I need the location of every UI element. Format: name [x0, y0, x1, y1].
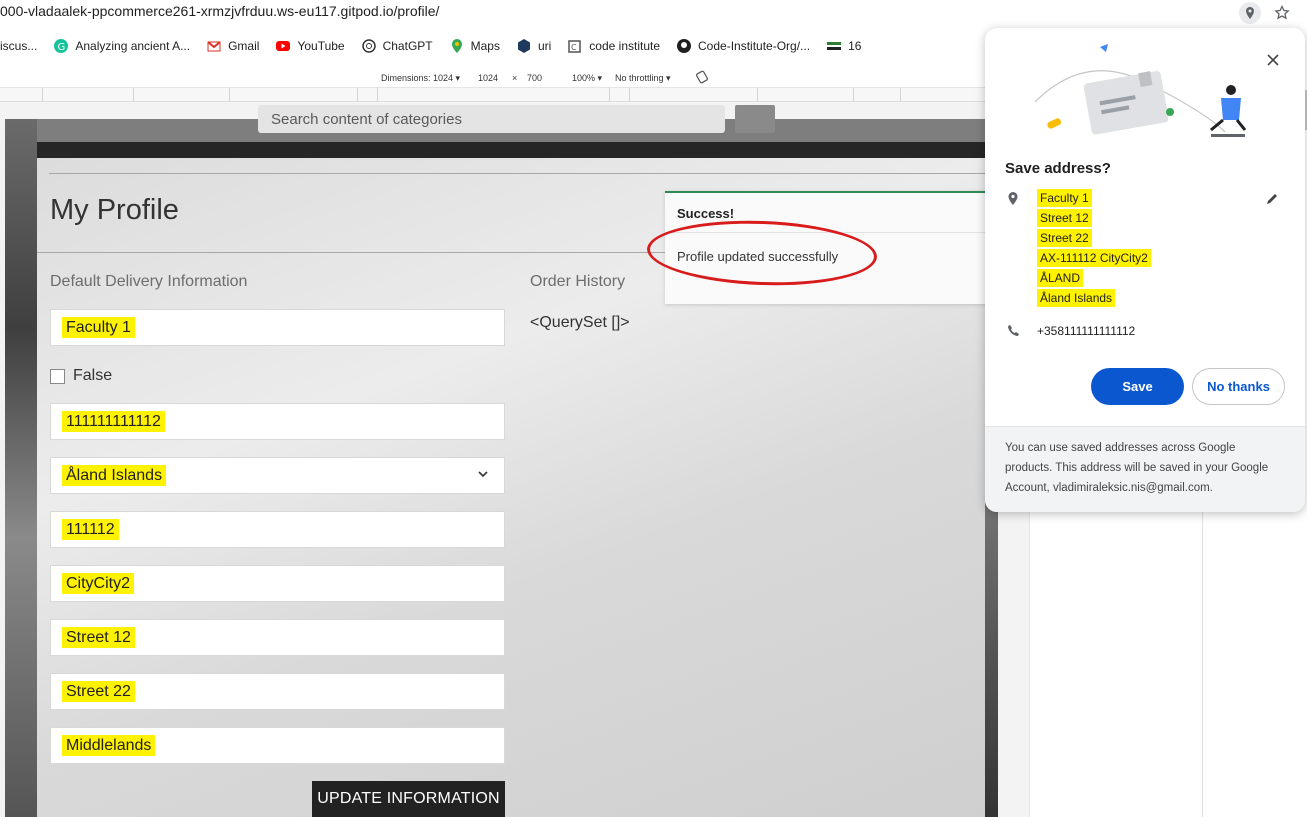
location-pin-icon: [1007, 192, 1019, 211]
flag-icon: [826, 38, 842, 54]
bookmark-label: YouTube: [297, 39, 345, 53]
height-input[interactable]: 700: [527, 73, 542, 83]
search-button[interactable]: [735, 105, 775, 133]
bookmark-label: uri: [537, 39, 552, 53]
rotate-icon[interactable]: [695, 70, 709, 86]
media-query-ruler: [0, 88, 985, 102]
save-button[interactable]: Save: [1091, 368, 1184, 405]
bookmark-item[interactable]: iscus...: [0, 39, 37, 53]
phone-icon: [1007, 324, 1020, 342]
zoom-dropdown[interactable]: 100% ▾: [572, 73, 602, 84]
gmail-icon: [206, 38, 222, 54]
search-input[interactable]: Search content of categories: [258, 105, 725, 133]
field-value: Faculty 1: [62, 317, 135, 338]
phone-field[interactable]: 111111111112: [50, 403, 505, 440]
popup-footer-text: You can use saved addresses across Googl…: [985, 426, 1305, 512]
bookmark-star-icon[interactable]: [1271, 2, 1293, 24]
bookmark-item[interactable]: YouTube: [275, 38, 345, 54]
address-line: ÅLAND: [1037, 268, 1151, 288]
dimensions-dropdown[interactable]: Dimensions: 1024 ▾: [381, 73, 460, 84]
field-value: CityCity2: [62, 573, 135, 594]
field-value: Street 22: [62, 681, 135, 702]
address-lines: Faculty 1 Street 12 Street 22 AX-111112 …: [1037, 188, 1151, 308]
page-title: My Profile: [50, 194, 179, 226]
town-field[interactable]: CityCity2: [50, 565, 505, 602]
bookmark-item[interactable]: Gmail: [206, 38, 259, 54]
code-institute-icon: C: [567, 38, 583, 54]
bookmark-label: Analyzing ancient A...: [75, 39, 191, 53]
address-line: Street 22: [1037, 228, 1151, 248]
field-value: Street 12: [62, 627, 135, 648]
street2-field[interactable]: Street 22: [50, 673, 505, 710]
throttling-dropdown[interactable]: No throttling ▾: [615, 73, 671, 84]
annotation-circle: [645, 217, 879, 289]
bookmarks-bar: iscus... G Analyzing ancient A... Gmail …: [0, 30, 985, 62]
url-text[interactable]: 000-vladaalek-ppcommerce261-xrmzjvfrduu.…: [0, 3, 439, 19]
bookmark-item[interactable]: uri: [516, 38, 551, 54]
bookmark-item[interactable]: Code-Institute-Org/...: [676, 38, 810, 54]
svg-text:G: G: [58, 42, 66, 53]
save-address-popup: Save address? Faculty 1 Street 12 Street…: [985, 28, 1305, 512]
uri-icon: [516, 38, 532, 54]
github-icon: [676, 38, 692, 54]
youtube-icon: [275, 38, 291, 54]
bookmark-label: 16: [848, 39, 862, 53]
width-input[interactable]: 1024: [478, 73, 498, 83]
county-field[interactable]: Middlelands: [50, 727, 505, 764]
address-line: Street 12: [1037, 208, 1151, 228]
grammarly-icon: G: [53, 38, 69, 54]
bookmark-label: Gmail: [228, 39, 260, 53]
update-information-button[interactable]: UPDATE INFORMATION: [312, 781, 505, 817]
maps-icon: [449, 38, 465, 54]
field-value: 111112: [62, 519, 119, 540]
edit-pencil-icon[interactable]: [1265, 192, 1279, 211]
checkbox-label: False: [73, 367, 113, 384]
bookmark-item[interactable]: ChatGPT: [361, 38, 433, 54]
bookmark-label: Maps: [470, 39, 500, 53]
bookmark-item[interactable]: G Analyzing ancient A...: [53, 38, 190, 54]
device-toolbar: Dimensions: 1024 ▾ 1024 × 700 100% ▾ No …: [0, 68, 985, 88]
order-history-heading: Order History: [530, 273, 626, 290]
chevron-down-icon: [476, 467, 490, 486]
nav-divider: [37, 142, 985, 158]
bookmark-item[interactable]: C code institute: [567, 38, 660, 54]
country-select[interactable]: Åland Islands: [50, 457, 505, 494]
chatgpt-icon: [361, 38, 377, 54]
toast-title: Success!: [677, 206, 735, 221]
background-image-left: [5, 119, 37, 817]
popup-title: Save address?: [1005, 160, 1111, 177]
no-thanks-button[interactable]: No thanks: [1192, 368, 1285, 405]
bookmark-label: code institute: [589, 39, 661, 53]
checkbox[interactable]: [50, 368, 65, 384]
svg-text:C: C: [571, 43, 577, 52]
bookmark-label: iscus...: [0, 39, 38, 53]
bookmark-item[interactable]: 16: [826, 38, 861, 54]
success-toast: Success! Profile updated successfully: [645, 191, 995, 304]
bookmark-label: Code-Institute-Org/...: [698, 39, 811, 53]
divider: [49, 173, 985, 174]
postcode-field[interactable]: 111112: [50, 511, 505, 548]
full-name-field[interactable]: Faculty 1: [50, 309, 505, 346]
order-history-value: <QuerySet []>: [530, 314, 630, 331]
delivery-heading: Default Delivery Information: [50, 273, 248, 290]
address-line: Åland Islands: [1037, 288, 1151, 308]
address-bar[interactable]: 000-vladaalek-ppcommerce261-xrmzjvfrduu.…: [0, 0, 1307, 26]
field-value: Åland Islands: [62, 465, 167, 486]
times-sign: ×: [512, 73, 518, 83]
address-line: AX-111112 CityCity2: [1037, 248, 1151, 268]
field-value: 111111111112: [62, 411, 165, 432]
checkbox-row[interactable]: False: [50, 367, 112, 385]
phone-number: +358111111111112: [1037, 324, 1136, 338]
illustration: [1034, 44, 1247, 137]
address-line: Faculty 1: [1037, 188, 1151, 208]
bookmark-item[interactable]: Maps: [449, 38, 500, 54]
bookmark-label: ChatGPT: [382, 39, 433, 53]
location-icon[interactable]: [1239, 2, 1261, 24]
field-value: Middlelands: [62, 735, 156, 756]
close-icon[interactable]: [1263, 50, 1283, 70]
street1-field[interactable]: Street 12: [50, 619, 505, 656]
